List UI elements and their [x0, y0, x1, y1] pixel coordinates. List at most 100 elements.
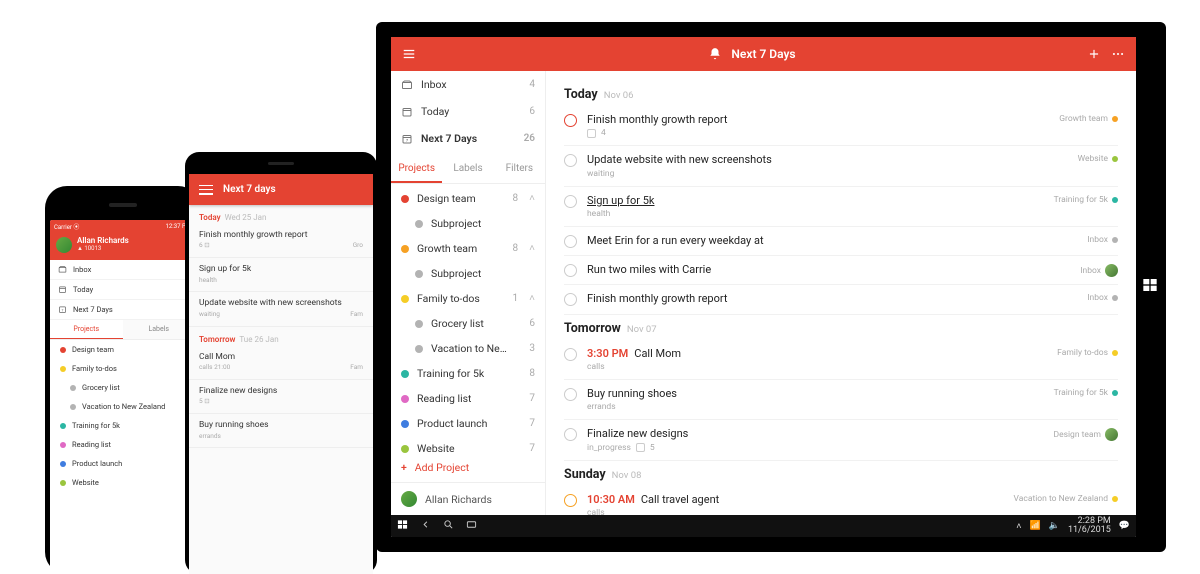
ios-user-karma: ▲ 10013 [77, 246, 129, 253]
project-count: 8 [513, 193, 519, 204]
task-row[interactable]: Sign up for 5k health Training for 5k [564, 187, 1118, 227]
task-project-tag: Website [1078, 154, 1118, 164]
sidebar-project-item[interactable]: Subproject [391, 261, 545, 286]
task-project-tag: Family to-dos [1057, 348, 1118, 358]
sidebar-project-item[interactable]: Grocery list6 [391, 311, 545, 336]
task-checkbox[interactable] [564, 195, 577, 208]
android-task[interactable]: Call Momcalls 21:00Fam [189, 346, 373, 380]
sidebar-item-count: 6 [529, 106, 535, 117]
iphone-device-frame: Carrier ⦿ 12:37 PM Allan Richards ▲ 1001… [45, 186, 200, 574]
sidebar-project-item[interactable]: Website7 [391, 436, 545, 453]
task-row[interactable]: Meet Erin for a run every weekday at Inb… [564, 227, 1118, 256]
chevron-up-icon[interactable]: ˄ [529, 293, 535, 304]
avatar[interactable] [56, 237, 72, 253]
task-row[interactable]: Update website with new screenshots wait… [564, 146, 1118, 186]
sidebar-project-item[interactable]: Growth team8˄ [391, 236, 545, 261]
tray-chevron-icon[interactable]: ˄ [1016, 521, 1021, 532]
sidebar-project-item[interactable]: Reading list7 [391, 386, 545, 411]
chevron-up-icon[interactable]: ˄ [529, 193, 535, 204]
ios-tab-projects[interactable]: Projects [50, 320, 123, 339]
sidebar-project-item[interactable]: Vacation to New Zealand3 [391, 336, 545, 361]
android-task[interactable]: Buy running shoeserrands [189, 414, 373, 448]
sidebar-project-item[interactable]: Training for 5k8 [391, 361, 545, 386]
sidebar-project-item[interactable]: Design team8˄ [391, 186, 545, 211]
ios-project-item[interactable]: Grocery list [50, 378, 195, 397]
day-header: TomorrowNov 07 [564, 315, 1118, 340]
project-label: Website [72, 478, 99, 487]
task-checkbox[interactable] [564, 388, 577, 401]
task-title: Run two miles with Carrie [587, 263, 1070, 277]
task-row[interactable]: Finish monthly growth report 4 Growth te… [564, 106, 1118, 146]
ios-nav-next 7 days[interactable]: 7Next 7 Days [50, 300, 195, 320]
task-row[interactable]: 10:30 AMCall travel agent calls Vacation… [564, 486, 1118, 515]
task-checkbox[interactable] [564, 494, 577, 507]
back-icon[interactable] [420, 519, 431, 533]
tray-network-icon[interactable]: 📶 [1030, 521, 1041, 531]
ios-project-item[interactable]: Design team [50, 340, 195, 359]
tray-notifications-icon[interactable]: 💬 [1119, 521, 1130, 531]
task-project-label: Inbox [1087, 293, 1108, 303]
task-checkbox[interactable] [564, 235, 577, 248]
ios-project-item[interactable]: Reading list [50, 435, 195, 454]
ios-nav-inbox[interactable]: Inbox [50, 260, 195, 280]
sidebar-tab-filters[interactable]: Filters [494, 156, 545, 183]
task-checkbox[interactable] [564, 264, 577, 277]
sidebsidebar-item-inbox[interactable]: Inbox4 [391, 71, 545, 98]
add-project-button[interactable]: + Add Project [391, 453, 545, 482]
tray-volume-icon[interactable]: 🔈 [1049, 521, 1060, 531]
project-color-dot [1112, 496, 1118, 502]
task-checkbox[interactable] [564, 293, 577, 306]
add-task-button[interactable] [1086, 46, 1102, 62]
ios-project-item[interactable]: Training for 5k [50, 416, 195, 435]
sidebar-tab-labels[interactable]: Labels [442, 156, 493, 183]
next7-icon: 7 [401, 133, 413, 145]
ios-project-item[interactable]: Website [50, 473, 195, 492]
task-time: 10:30 AM [587, 493, 635, 506]
chevron-up-icon[interactable]: ˄ [529, 243, 535, 254]
menu-button[interactable] [401, 46, 417, 62]
search-icon[interactable] [443, 519, 454, 533]
android-device-frame: Next 7 days TodayWed 25 JanFinish monthl… [185, 152, 377, 574]
task-title: Update website with new screenshots [199, 298, 342, 309]
project-color-dot [60, 347, 66, 353]
task-project-tag: Growth team [1059, 114, 1118, 124]
windows-logo-icon [1142, 277, 1158, 297]
ios-project-item[interactable]: Vacation to New Zealand [50, 397, 195, 416]
sidebar-tab-projects[interactable]: Projects [391, 156, 442, 183]
sidebsidebar-item-next7[interactable]: 7Next 7 Days26 [391, 125, 545, 152]
android-task[interactable]: Finalize new designs5 ⊡ [189, 380, 373, 414]
ios-nav-today[interactable]: Today [50, 280, 195, 300]
task-checkbox[interactable] [564, 154, 577, 167]
project-color-dot [1112, 237, 1118, 243]
more-button[interactable] [1110, 46, 1126, 62]
task-row[interactable]: Finish monthly growth report Inbox [564, 285, 1118, 314]
sidebar-project-item[interactable]: Family to-dos1˄ [391, 286, 545, 311]
start-button[interactable] [397, 519, 408, 533]
task-checkbox[interactable] [564, 348, 577, 361]
task-view-icon[interactable] [466, 519, 477, 533]
day-name: Today [564, 87, 598, 102]
sidebar-project-item[interactable]: Subproject [391, 211, 545, 236]
project-color-dot [1112, 116, 1118, 122]
menu-icon[interactable] [199, 185, 213, 195]
project-color-dot [401, 370, 409, 378]
android-task[interactable]: Sign up for 5khealth [189, 258, 373, 292]
task-row[interactable]: 3:30 PMCall Mom calls Family to-dos [564, 340, 1118, 380]
android-task[interactable]: Update website with new screenshotswaiti… [189, 292, 373, 326]
task-checkbox[interactable] [564, 114, 577, 127]
bell-icon [707, 46, 723, 62]
task-checkbox[interactable] [564, 428, 577, 441]
task-row[interactable]: Run two miles with Carrie Inbox [564, 256, 1118, 285]
task-row[interactable]: Buy running shoes errands Training for 5… [564, 380, 1118, 420]
android-task[interactable]: Finish monthly growth report6 ⊡Gro [189, 224, 373, 258]
taskbar-date[interactable]: 11/6/2015 [1068, 526, 1111, 535]
sidebar-project-item[interactable]: Product launch7 [391, 411, 545, 436]
sidebar-item-count: 26 [524, 133, 535, 144]
ios-project-item[interactable]: Family to-dos [50, 359, 195, 378]
task-row[interactable]: Finalize new designs in_progress 5 Desig… [564, 420, 1118, 460]
sidebsidebar-item-today[interactable]: Today6 [391, 98, 545, 125]
ios-project-item[interactable]: Product launch [50, 454, 195, 473]
sidebar-user[interactable]: Allan Richards [391, 482, 545, 515]
nav-label: Inbox [73, 265, 91, 274]
ios-carrier: Carrier ⦿ [54, 222, 79, 231]
